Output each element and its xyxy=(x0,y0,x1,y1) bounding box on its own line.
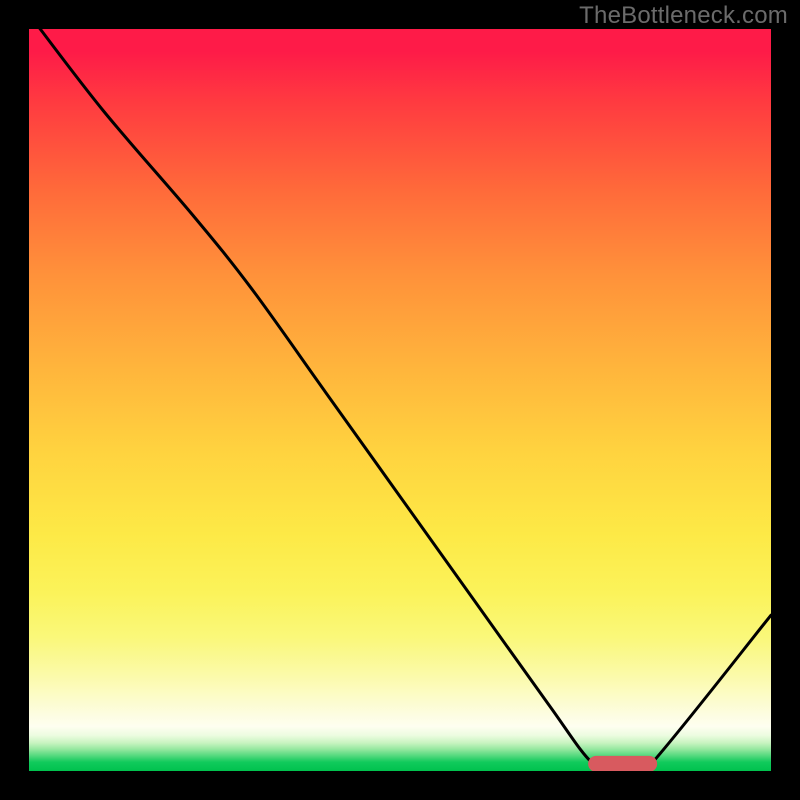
watermark-text: TheBottleneck.com xyxy=(579,2,788,30)
plot-area xyxy=(29,29,771,771)
plot-frame xyxy=(29,29,771,771)
chart-container: TheBottleneck.com xyxy=(0,0,800,800)
bottleneck-curve xyxy=(29,29,771,771)
optimal-range-marker xyxy=(588,755,658,771)
